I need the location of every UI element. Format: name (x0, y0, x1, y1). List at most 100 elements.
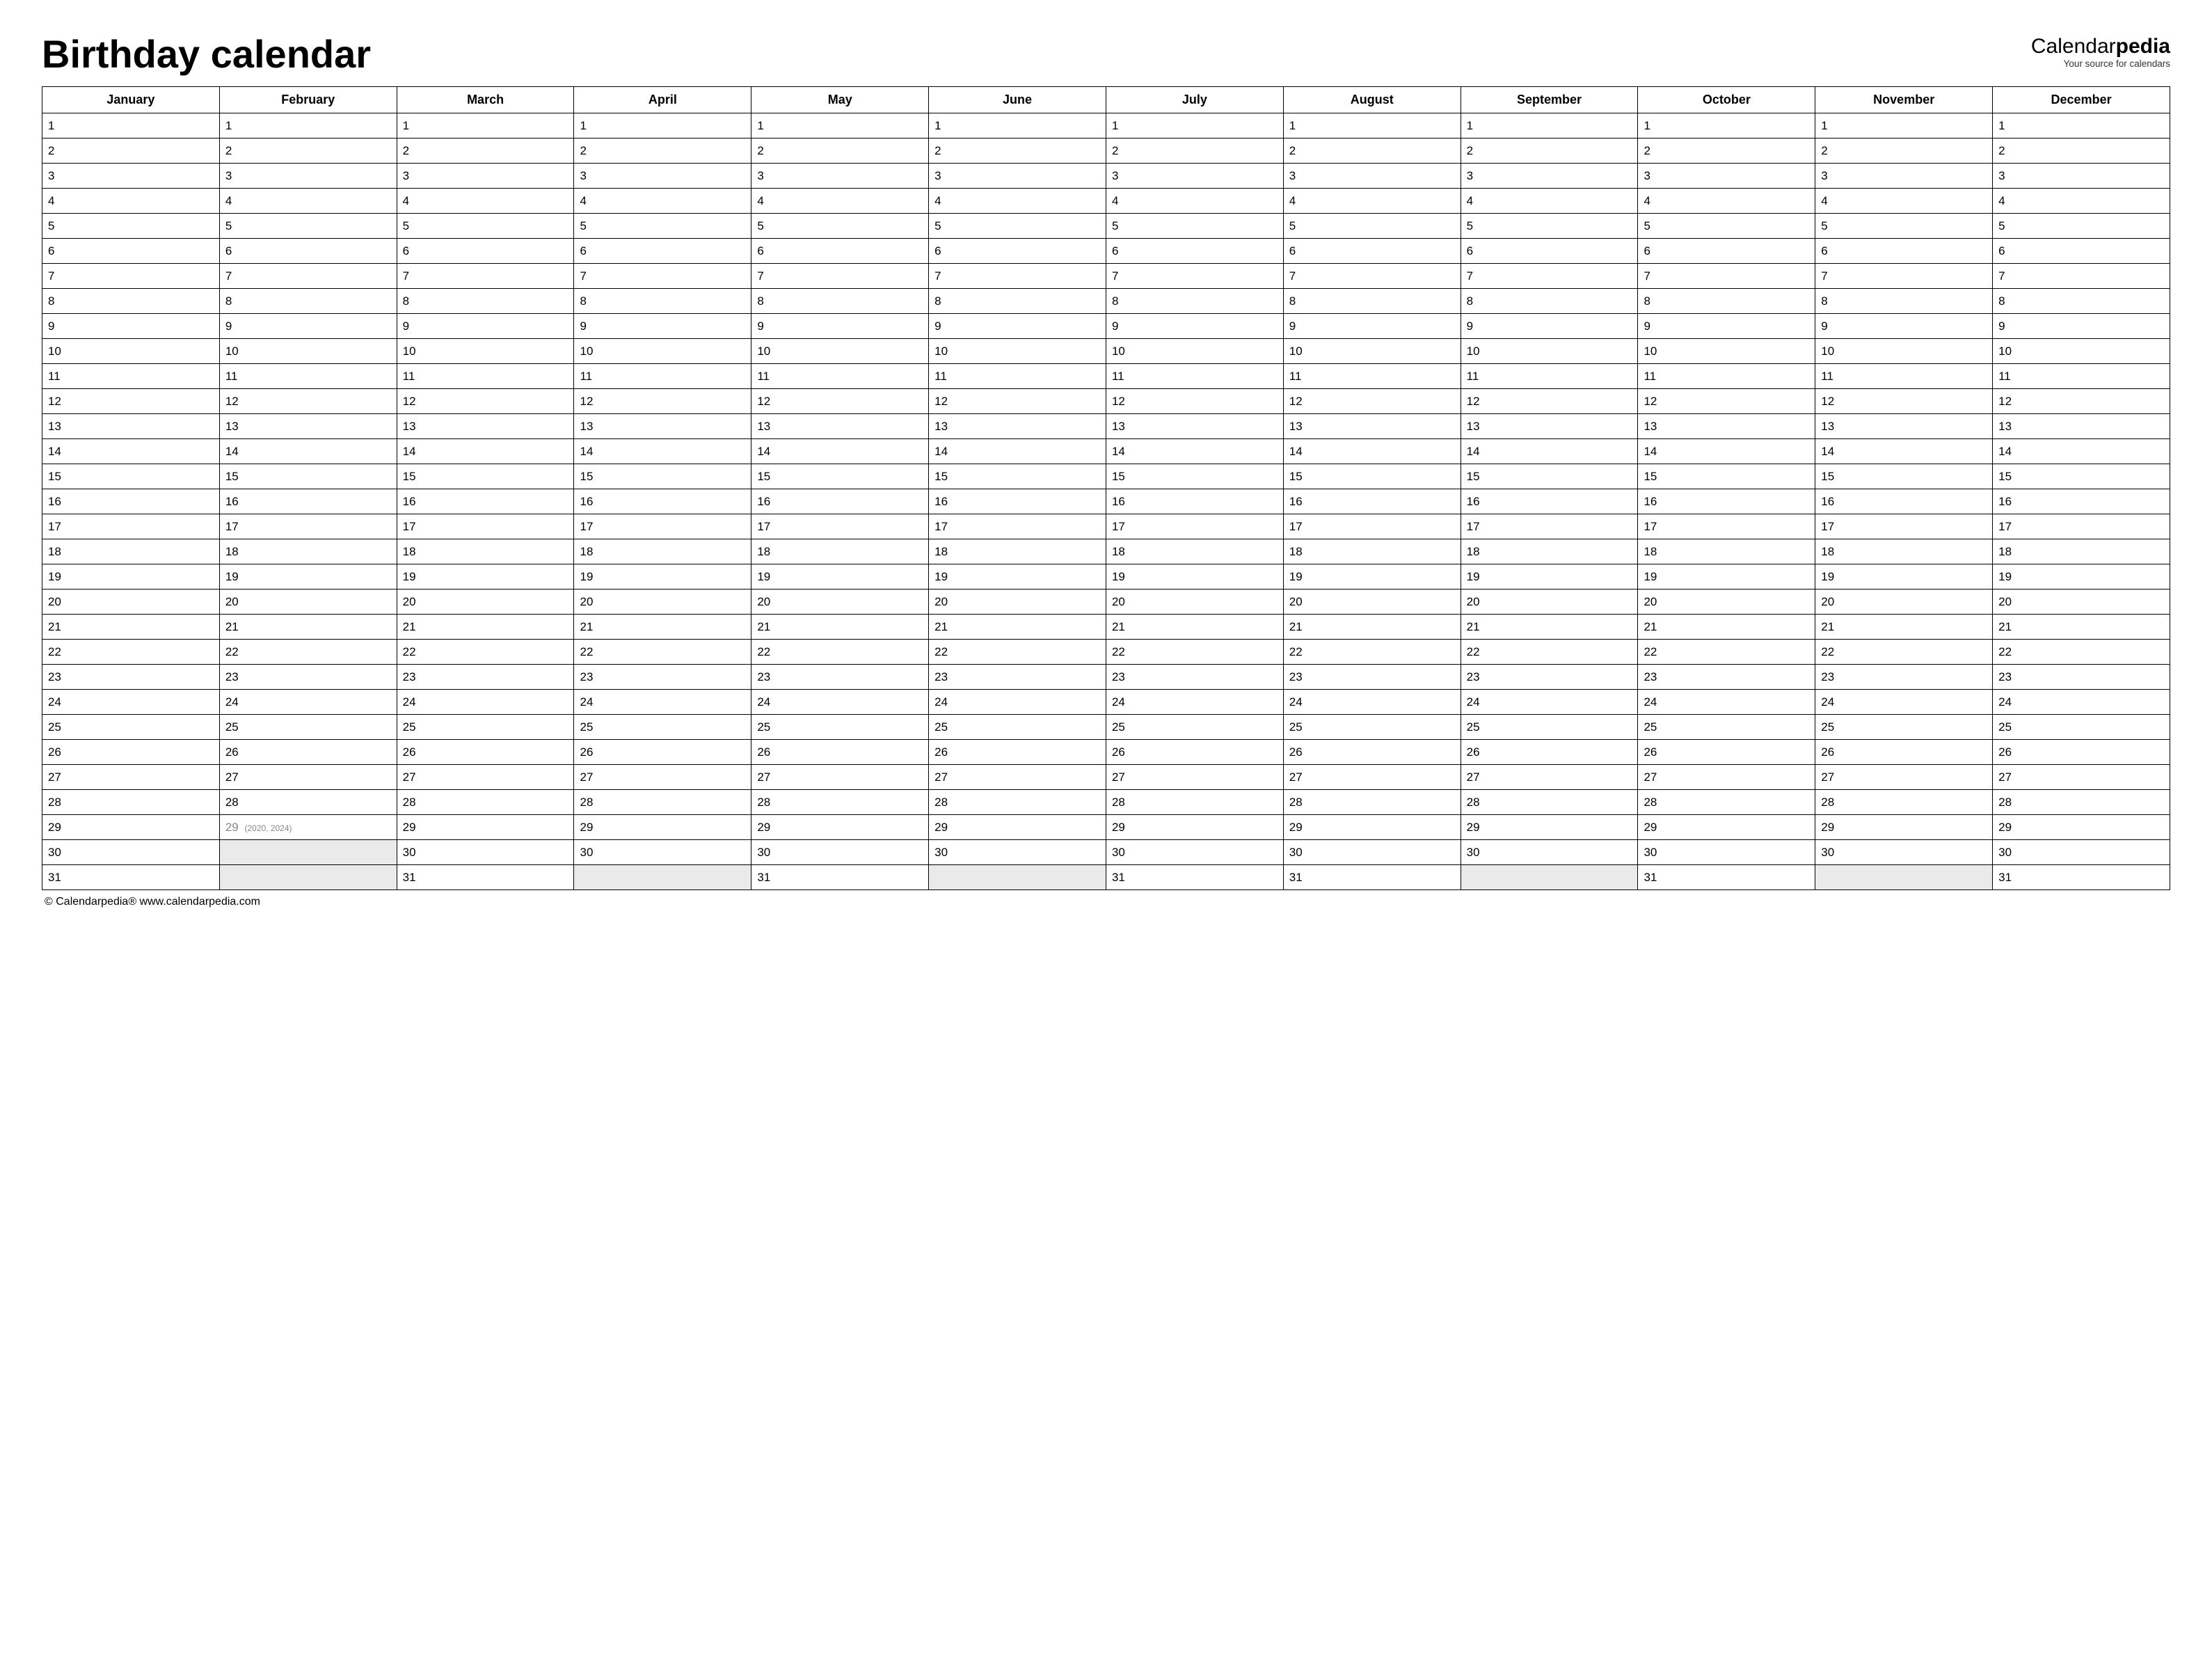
day-cell: 7 (574, 264, 751, 289)
day-cell: 21 (1106, 615, 1283, 640)
day-cell: 4 (42, 189, 220, 214)
day-cell: 9 (1106, 314, 1283, 339)
day-cell: 18 (1993, 539, 2170, 564)
day-cell: 21 (1283, 615, 1461, 640)
day-cell: 6 (397, 239, 574, 264)
day-cell (1815, 865, 1993, 890)
day-cell: 25 (1283, 715, 1461, 740)
day-cell: 30 (1106, 840, 1283, 865)
day-cell: 11 (397, 364, 574, 389)
day-cell: 8 (1461, 289, 1638, 314)
day-cell: 28 (397, 790, 574, 815)
day-cell: 7 (1638, 264, 1815, 289)
day-cell: 12 (397, 389, 574, 414)
day-cell: 16 (751, 489, 929, 514)
day-row: 111111111111 (42, 113, 2170, 139)
day-cell: 24 (574, 690, 751, 715)
day-cell: 24 (929, 690, 1106, 715)
day-row: 202020202020202020202020 (42, 590, 2170, 615)
day-cell: 11 (1815, 364, 1993, 389)
day-cell: 11 (1283, 364, 1461, 389)
day-cell: 2 (1638, 139, 1815, 164)
day-cell: 16 (1106, 489, 1283, 514)
day-cell: 1 (751, 113, 929, 139)
day-cell: 6 (219, 239, 397, 264)
day-cell: 19 (574, 564, 751, 590)
day-cell: 7 (1993, 264, 2170, 289)
day-cell: 5 (219, 214, 397, 239)
day-cell: 20 (751, 590, 929, 615)
day-cell: 29 (1106, 815, 1283, 840)
day-cell: 1 (42, 113, 220, 139)
day-cell: 29 (397, 815, 574, 840)
day-cell: 17 (1461, 514, 1638, 539)
day-cell: 24 (1106, 690, 1283, 715)
day-cell: 24 (1638, 690, 1815, 715)
day-cell: 9 (397, 314, 574, 339)
day-cell: 3 (397, 164, 574, 189)
day-cell: 27 (42, 765, 220, 790)
day-cell: 6 (751, 239, 929, 264)
day-cell: 16 (397, 489, 574, 514)
day-row: 181818181818181818181818 (42, 539, 2170, 564)
day-cell: 29 (1815, 815, 1993, 840)
day-cell: 2 (929, 139, 1106, 164)
day-cell: 30 (1815, 840, 1993, 865)
day-cell: 13 (397, 414, 574, 439)
day-cell: 15 (1461, 464, 1638, 489)
day-cell: 30 (574, 840, 751, 865)
day-cell: 8 (751, 289, 929, 314)
day-cell: 20 (1815, 590, 1993, 615)
day-cell: 21 (574, 615, 751, 640)
day-cell: 27 (1106, 765, 1283, 790)
day-cell: 26 (42, 740, 220, 765)
day-row: 777777777777 (42, 264, 2170, 289)
brand-tagline: Your source for calendars (2031, 59, 2170, 70)
day-cell: 5 (1638, 214, 1815, 239)
day-cell: 24 (1461, 690, 1638, 715)
day-cell: 17 (1638, 514, 1815, 539)
day-cell: 30 (1993, 840, 2170, 865)
day-cell: 14 (397, 439, 574, 464)
day-cell: 29 (2020, 2024) (219, 815, 397, 840)
day-cell: 25 (1106, 715, 1283, 740)
day-cell: 19 (397, 564, 574, 590)
day-cell: 7 (219, 264, 397, 289)
day-cell: 21 (751, 615, 929, 640)
day-cell: 12 (574, 389, 751, 414)
day-cell (219, 865, 397, 890)
day-cell: 20 (1638, 590, 1815, 615)
day-row: 161616161616161616161616 (42, 489, 2170, 514)
day-cell: 4 (1461, 189, 1638, 214)
day-cell: 13 (574, 414, 751, 439)
day-cell: 3 (42, 164, 220, 189)
day-cell: 13 (1106, 414, 1283, 439)
day-cell: 3 (574, 164, 751, 189)
day-cell: 22 (1815, 640, 1993, 665)
day-row: 282828282828282828282828 (42, 790, 2170, 815)
day-cell: 10 (1993, 339, 2170, 364)
day-cell: 15 (929, 464, 1106, 489)
day-cell: 19 (42, 564, 220, 590)
day-cell: 9 (929, 314, 1106, 339)
day-cell: 14 (1106, 439, 1283, 464)
day-cell: 10 (751, 339, 929, 364)
day-cell: 30 (1638, 840, 1815, 865)
day-cell: 12 (1993, 389, 2170, 414)
brand-suffix: pedia (2116, 35, 2170, 58)
day-cell: 14 (1461, 439, 1638, 464)
day-cell: 2 (1106, 139, 1283, 164)
day-row: 444444444444 (42, 189, 2170, 214)
month-header: February (219, 87, 397, 113)
day-cell: 6 (1993, 239, 2170, 264)
day-cell: 30 (42, 840, 220, 865)
day-cell: 8 (397, 289, 574, 314)
day-cell: 22 (397, 640, 574, 665)
day-cell: 31 (397, 865, 574, 890)
day-cell: 10 (1815, 339, 1993, 364)
day-cell: 8 (219, 289, 397, 314)
day-cell: 5 (574, 214, 751, 239)
day-cell: 31 (1993, 865, 2170, 890)
day-cell: 11 (929, 364, 1106, 389)
day-row: 111111111111111111111111 (42, 364, 2170, 389)
